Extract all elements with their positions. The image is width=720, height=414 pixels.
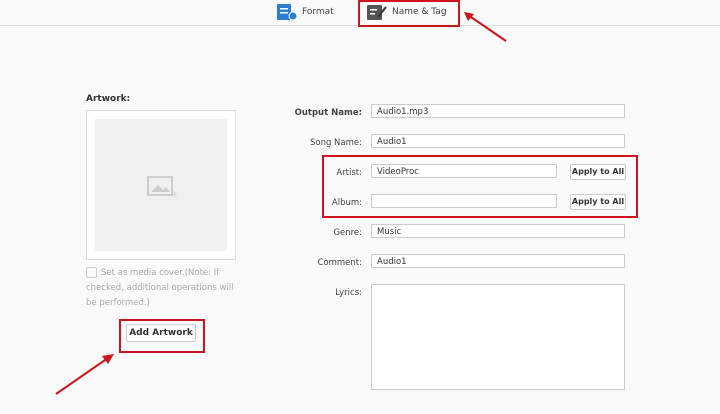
output-name-label: Output Name: <box>294 108 362 118</box>
artwork-label: Artwork: <box>86 94 131 104</box>
artwork-preview: + <box>86 110 236 260</box>
highlight-box-tab <box>358 0 460 27</box>
media-cover-option: Set as media cover.(Note: If checked, ad… <box>86 267 234 308</box>
lyrics-label: Lyrics: <box>335 288 362 298</box>
output-name-input[interactable]: Audio1.mp3 <box>371 104 625 118</box>
highlight-box-artist-album <box>322 155 638 218</box>
genre-input[interactable]: Music <box>371 224 625 238</box>
annotation-arrow-add <box>55 354 114 395</box>
song-name-input[interactable]: Audio1 <box>371 134 625 148</box>
song-name-label: Song Name: <box>309 138 362 148</box>
annotation-arrow-tab <box>464 12 507 42</box>
tab-format[interactable]: Format <box>276 2 334 22</box>
comment-input[interactable]: Audio1 <box>371 254 625 268</box>
comment-label: Comment: <box>317 258 362 268</box>
highlight-box-add-artwork <box>119 319 205 353</box>
genre-label: Genre: <box>333 228 362 238</box>
lyrics-textarea[interactable] <box>371 284 625 390</box>
image-placeholder-icon: + <box>147 176 177 198</box>
format-settings-icon <box>277 4 298 21</box>
svg-text:+: + <box>171 190 177 198</box>
media-cover-checkbox[interactable] <box>86 267 97 278</box>
